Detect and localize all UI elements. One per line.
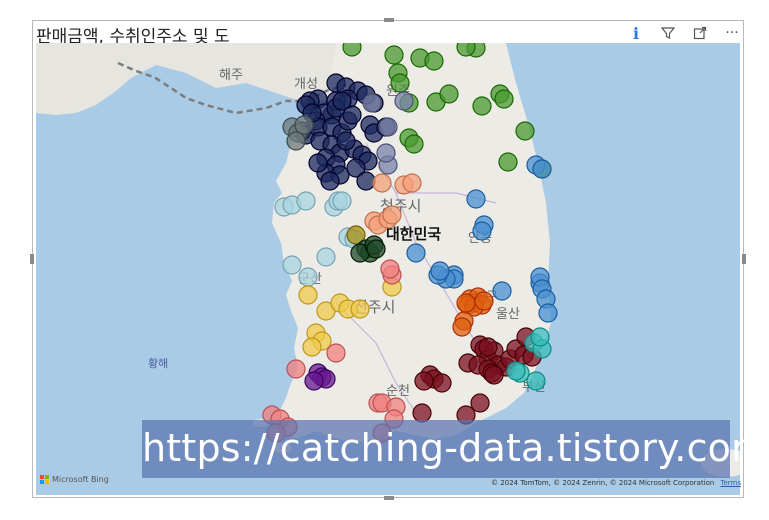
resize-handle-bottom[interactable] <box>384 496 394 500</box>
map-bubble[interactable] <box>430 261 450 281</box>
visual-header-toolbar: i ··· <box>627 24 741 43</box>
map-bubble[interactable] <box>282 255 302 275</box>
map-bubble[interactable] <box>356 171 376 191</box>
more-options-icon[interactable]: ··· <box>723 24 741 42</box>
map-bubble[interactable] <box>382 205 402 225</box>
copyright-text: © 2024 TomTom, © 2024 Zenrin, © 2024 Mic… <box>491 479 715 487</box>
map-bubble[interactable] <box>404 134 424 154</box>
map-bubble[interactable] <box>492 281 512 301</box>
map-bubble[interactable] <box>332 191 352 211</box>
microsoft-logo-icon <box>40 475 49 484</box>
map-bubble[interactable] <box>390 73 410 93</box>
map-bubble[interactable] <box>378 117 398 137</box>
map-bubble[interactable] <box>298 267 318 287</box>
info-icon[interactable]: i <box>627 24 645 43</box>
map-bubble[interactable] <box>304 371 324 391</box>
map-bubble[interactable] <box>506 361 526 381</box>
map-bubble[interactable] <box>384 45 404 65</box>
map-bubble[interactable] <box>350 299 370 319</box>
map-bubble[interactable] <box>286 131 306 151</box>
map-bubble[interactable] <box>336 131 356 151</box>
focus-mode-icon[interactable] <box>691 24 709 42</box>
map-bubble[interactable] <box>424 51 444 71</box>
map-bubble[interactable] <box>414 371 434 391</box>
map-bubble[interactable] <box>376 143 396 163</box>
map-bubble[interactable] <box>320 171 340 191</box>
map-bubble[interactable] <box>316 247 336 267</box>
map-bubble[interactable] <box>526 371 546 391</box>
map-bubble[interactable] <box>342 43 362 57</box>
terms-link[interactable]: Terms <box>720 479 741 487</box>
bing-attribution: Microsoft Bing <box>40 475 109 484</box>
map-label-gaeseong: 개성 <box>294 77 318 92</box>
map-bubble[interactable] <box>472 221 492 241</box>
filter-icon[interactable] <box>659 24 677 42</box>
map-bubble[interactable] <box>332 91 352 111</box>
map-bubble[interactable] <box>474 291 494 311</box>
map-bubble[interactable] <box>406 243 426 263</box>
map-label-suncheon: 순천 <box>386 384 410 399</box>
map-bubble[interactable] <box>402 173 422 193</box>
map-bubble[interactable] <box>439 84 459 104</box>
map-bubble[interactable] <box>326 343 346 363</box>
map-bubble[interactable] <box>532 159 552 179</box>
map-bubble[interactable] <box>530 327 550 347</box>
map-bubble[interactable] <box>538 303 558 323</box>
map-copyright: © 2024 TomTom, © 2024 Zenrin, © 2024 Mic… <box>491 479 741 487</box>
map-label-ulsan: 울산 <box>496 307 520 322</box>
bing-label: Microsoft Bing <box>52 475 109 484</box>
map-bubble[interactable] <box>308 153 328 173</box>
resize-handle-right[interactable] <box>742 254 746 264</box>
map-bubble[interactable] <box>372 173 392 193</box>
map-label-haeju: 해주 <box>219 68 243 83</box>
resize-handle-left[interactable] <box>30 254 34 264</box>
map-bubble[interactable] <box>296 191 316 211</box>
map-bubble[interactable] <box>494 89 514 109</box>
map-bubble[interactable] <box>294 115 314 135</box>
map-bubble[interactable] <box>298 285 318 305</box>
map-bubble[interactable] <box>452 317 472 337</box>
map-bubble[interactable] <box>466 189 486 209</box>
map-bubble[interactable] <box>432 373 452 393</box>
map-bubble[interactable] <box>362 93 382 113</box>
map-bubble[interactable] <box>366 239 386 259</box>
map-bubble[interactable] <box>302 337 322 357</box>
watermark-url: https://catching-data.tistory.com <box>142 420 768 478</box>
resize-handle-top[interactable] <box>384 18 394 22</box>
map-bubble[interactable] <box>498 152 518 172</box>
map-bubble[interactable] <box>456 43 476 57</box>
map-bubble[interactable] <box>380 259 400 279</box>
map-bubble[interactable] <box>484 365 504 385</box>
map-bubble[interactable] <box>478 337 498 357</box>
map-label-country: 대한민국 <box>386 225 441 243</box>
map-bubble[interactable] <box>456 293 476 313</box>
map-bubble[interactable] <box>286 359 306 379</box>
map-bubble[interactable] <box>394 91 414 111</box>
map-label-yellow-sea: 황해 <box>148 356 168 370</box>
north-land <box>36 43 336 115</box>
map-bubble[interactable] <box>515 121 535 141</box>
map-bubble[interactable] <box>472 96 492 116</box>
